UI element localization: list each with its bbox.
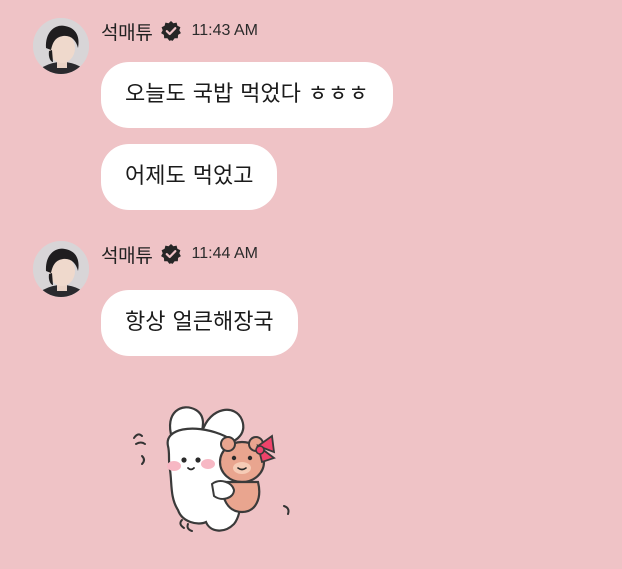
avatar[interactable] [33, 18, 89, 74]
verified-badge-icon [160, 20, 182, 42]
message-bubble[interactable]: 항상 얼큰해장국 [101, 290, 298, 356]
sticker-image [133, 406, 290, 532]
message-bubble[interactable]: 어제도 먹었고 [101, 144, 278, 210]
message-bubble[interactable]: 오늘도 국밥 먹었다 ㅎㅎㅎ [101, 62, 393, 128]
avatar-image [33, 18, 89, 74]
bunny-hugging-bear-sticker[interactable] [124, 398, 304, 548]
avatar[interactable] [33, 241, 89, 297]
message-time: 11:43 AM [191, 22, 258, 39]
verified-badge-icon [160, 243, 182, 265]
message-group: 석매튜 11:43 AM 오늘도 국밥 먹었다 ㅎㅎㅎ 어제도 먹었고 [33, 18, 593, 218]
message-time: 11:44 AM [191, 245, 258, 262]
avatar-image [33, 241, 89, 297]
message-header: 석매튜 11:43 AM [101, 18, 258, 44]
message-group: 석매튜 11:44 AM 항상 얼큰해장국 [33, 241, 593, 361]
sender-name[interactable]: 석매튜 [101, 241, 153, 268]
message-header: 석매튜 11:44 AM [101, 241, 258, 267]
sender-name[interactable]: 석매튜 [101, 18, 153, 45]
